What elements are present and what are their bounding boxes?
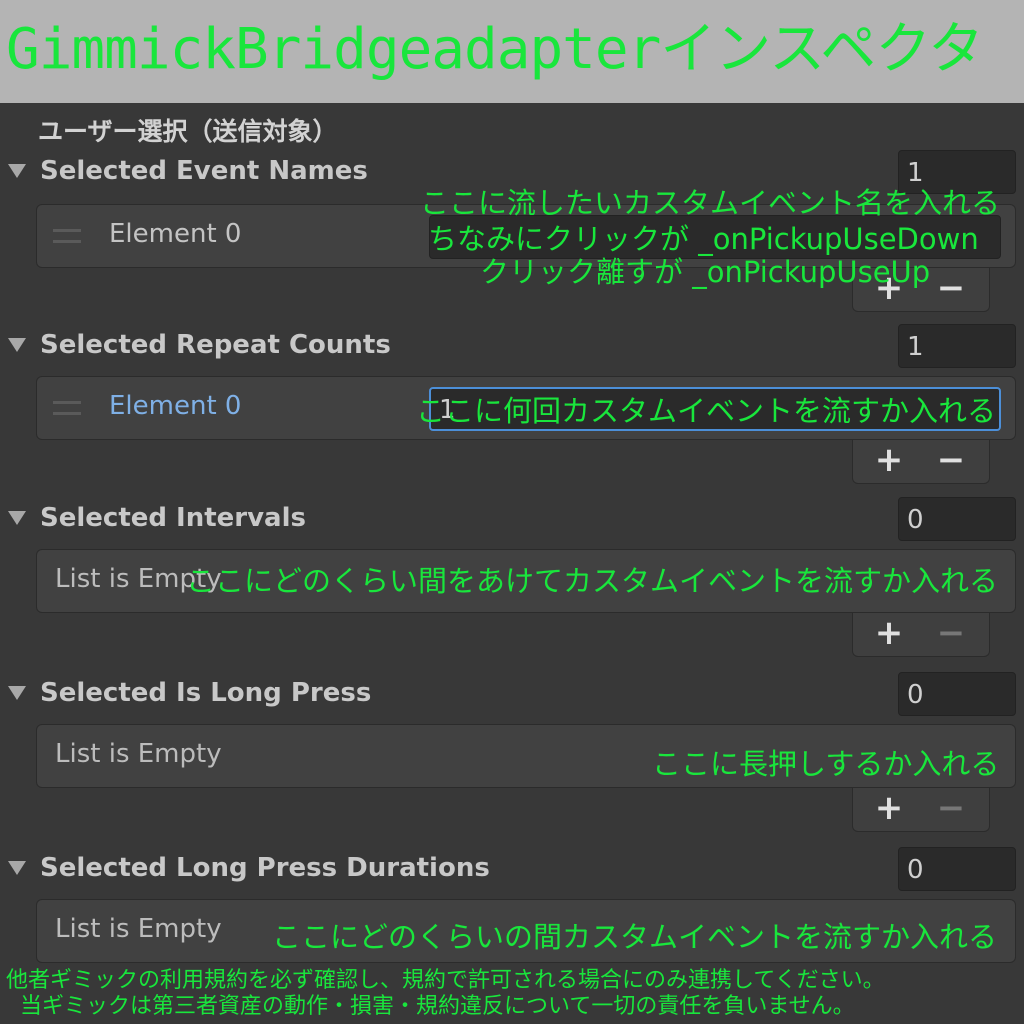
annotation-event-names: ここに流したいカスタムイベント名を入れる <box>420 186 1001 220</box>
list-header-intervals[interactable]: Selected Intervals 0 <box>0 497 1024 547</box>
foldout-arrow-icon[interactable] <box>8 861 26 875</box>
size-field-long-press-durations[interactable]: 0 <box>898 847 1016 891</box>
disclaimer-line-1: 他者ギミックの利用規約を必ず確認し、規約で許可される場合にのみ連携してください。 <box>6 968 885 993</box>
list-footer-is-long-press: + − <box>852 788 990 832</box>
add-element-button[interactable]: + <box>869 615 909 651</box>
list-title-intervals: Selected Intervals <box>40 503 306 533</box>
foldout-arrow-icon[interactable] <box>8 164 26 178</box>
list-title-repeat-counts: Selected Repeat Counts <box>40 330 391 360</box>
list-footer-intervals: + − <box>852 613 990 657</box>
drag-handle-icon[interactable] <box>53 229 81 243</box>
remove-element-button[interactable]: − <box>931 790 971 826</box>
list-footer-repeat-counts: + − <box>852 440 990 484</box>
size-field-repeat-counts[interactable]: 1 <box>898 324 1016 368</box>
size-field-is-long-press[interactable]: 0 <box>898 672 1016 716</box>
element-label: Element 0 <box>109 391 242 421</box>
foldout-arrow-icon[interactable] <box>8 338 26 352</box>
annotation-event-names-up: クリック離すが _onPickupUseUp <box>480 255 931 289</box>
section-header: ユーザー選択（送信対象） <box>38 117 338 146</box>
remove-element-button[interactable]: − <box>931 442 971 478</box>
list-title-long-press-durations: Selected Long Press Durations <box>40 853 490 883</box>
annotation-long-press-durations: ここにどのくらいの間カスタムイベントを流すか入れる <box>272 920 998 954</box>
annotation-intervals: ここにどのくらい間をあけてカスタムイベントを流すか入れる <box>186 564 999 598</box>
title-bar: GimmickBridgeadapterインスペクタ <box>0 0 1024 103</box>
drag-handle-icon[interactable] <box>53 401 81 415</box>
page-title: GimmickBridgeadapterインスペクタ <box>6 17 984 82</box>
list-header-long-press-durations[interactable]: Selected Long Press Durations 0 <box>0 847 1024 897</box>
annotation-repeat-counts: ここに何回カスタムイベントを流すか入れる <box>416 394 997 428</box>
remove-element-button[interactable]: − <box>931 270 971 306</box>
empty-list-label: List is Empty <box>55 739 222 769</box>
foldout-arrow-icon[interactable] <box>8 686 26 700</box>
add-element-button[interactable]: + <box>869 442 909 478</box>
list-title-is-long-press: Selected Is Long Press <box>40 678 372 708</box>
annotation-is-long-press: ここに長押しするか入れる <box>652 747 1000 781</box>
element-label: Element 0 <box>109 219 242 249</box>
size-field-intervals[interactable]: 0 <box>898 497 1016 541</box>
foldout-arrow-icon[interactable] <box>8 511 26 525</box>
disclaimer-line-2: 当ギミックは第三者資産の動作・損害・規約違反について一切の責任を負いません。 <box>20 994 855 1019</box>
remove-element-button[interactable]: − <box>931 615 971 651</box>
empty-list-label: List is Empty <box>55 914 222 944</box>
list-header-is-long-press[interactable]: Selected Is Long Press 0 <box>0 672 1024 722</box>
list-title-event-names: Selected Event Names <box>40 156 368 186</box>
annotation-event-names-down: ちなみにクリックが _onPickupUseDown <box>428 222 979 256</box>
add-element-button[interactable]: + <box>869 790 909 826</box>
list-header-repeat-counts[interactable]: Selected Repeat Counts 1 <box>0 324 1024 374</box>
